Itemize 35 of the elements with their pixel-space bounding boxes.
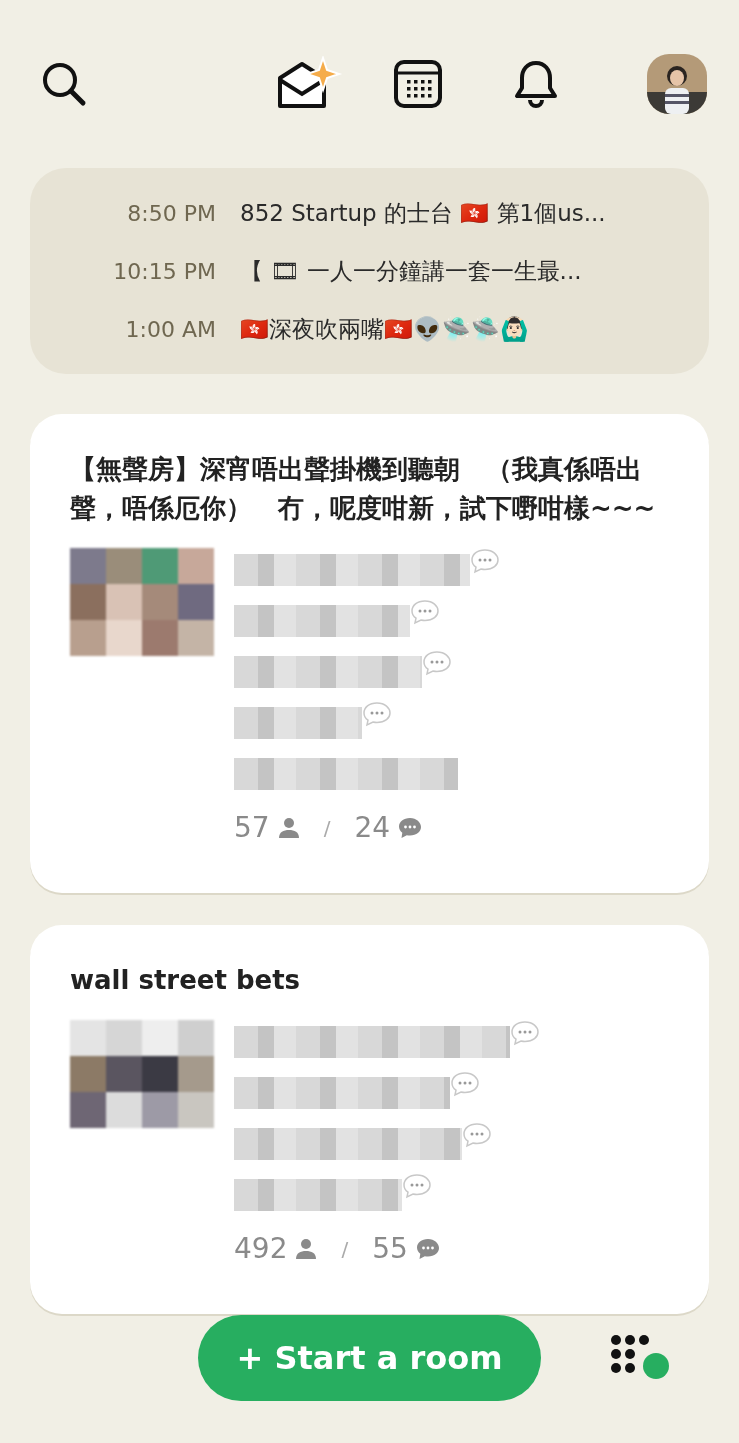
- event-title: 852 Startup 的士台 🇭🇰 第1個us...: [240, 198, 606, 228]
- event-title: 🇭🇰深夜吹兩嘴🇭🇰👽🛸🛸🙆🏻‍♂: [240, 314, 529, 344]
- chat-bubble-icon: [470, 548, 500, 574]
- listener-count: 57: [234, 810, 270, 846]
- event-time: 1:00 AM: [124, 315, 216, 344]
- room-card[interactable]: wall street bets 492 / 55: [30, 925, 709, 1314]
- chat-bubble-icon: [402, 1173, 432, 1199]
- chat-bubble-icon: [362, 701, 392, 727]
- speech-bubble-icon: [415, 1238, 440, 1260]
- listener-count: 492: [234, 1231, 288, 1267]
- chat-bubble-icon: [410, 599, 440, 625]
- search-icon[interactable]: [40, 60, 88, 108]
- room-title: wall street bets: [70, 964, 302, 997]
- event-time: 10:15 PM: [112, 257, 216, 286]
- dots-grid-icon[interactable]: [610, 1334, 672, 1382]
- calendar-icon[interactable]: [393, 59, 443, 109]
- room-card[interactable]: 【無聲房】深宵唔出聲掛機到聽朝 （我真係唔出聲，唔係厄你） 冇，呢度咁新，試下嘢咁樣~~~ 57 / 24: [30, 414, 709, 893]
- chat-bubble-icon: [510, 1020, 540, 1046]
- chat-count: 24: [354, 810, 391, 846]
- event-time: 8:50 PM: [126, 199, 216, 228]
- room-title: 【無聲房】深宵唔出聲掛機到聽朝 （我真係唔出聲，唔係厄你） 冇，呢度咁新，試下嘢咁樣~~~: [70, 453, 657, 525]
- upcoming-event[interactable]: 8:50 PM 852 Startup 的士台 🇭🇰 第1個us...: [46, 184, 693, 242]
- separator: /: [341, 1236, 349, 1263]
- event-title: 【 🎞 一人一分鐘講一套一生最...: [240, 256, 582, 286]
- chat-count: 55: [372, 1231, 408, 1267]
- chat-bubble-icon: [450, 1071, 480, 1097]
- chat-bubble-icon: [422, 650, 452, 676]
- bell-icon[interactable]: [513, 59, 559, 109]
- upcoming-event[interactable]: 1:00 AM 🇭🇰深夜吹兩嘴🇭🇰👽🛸🛸🙆🏻‍♂: [46, 300, 693, 358]
- person-icon: [295, 1238, 318, 1260]
- speech-bubble-icon: [398, 817, 423, 839]
- person-icon: [277, 817, 300, 839]
- chat-bubble-icon: [462, 1122, 492, 1148]
- upcoming-event[interactable]: 10:15 PM 【 🎞 一人一分鐘講一套一生最...: [46, 242, 693, 300]
- separator: /: [323, 815, 331, 842]
